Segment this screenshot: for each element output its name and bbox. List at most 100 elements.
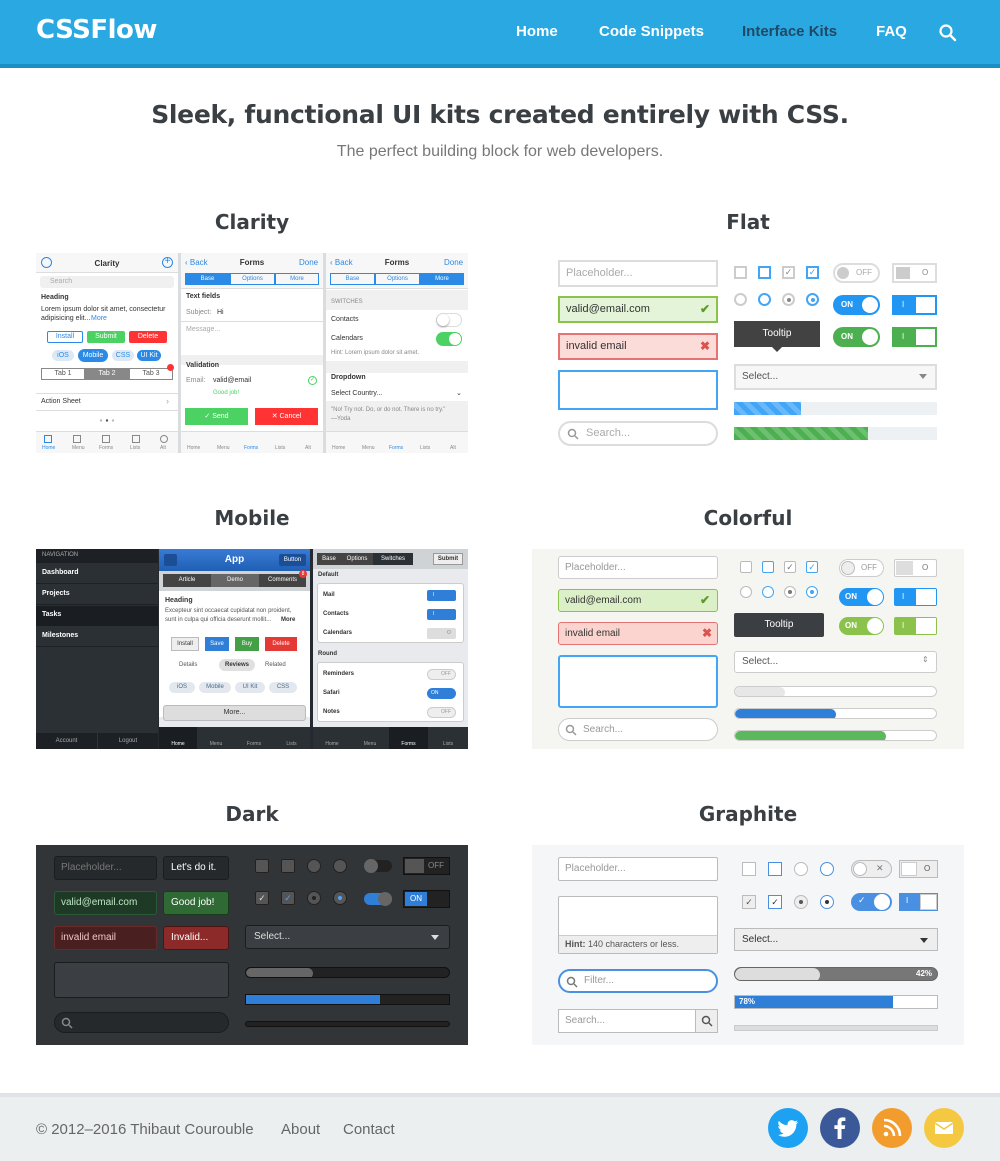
checkbox[interactable] bbox=[742, 862, 756, 876]
colorful-preview[interactable]: Placeholder... valid@email.com ✔ invalid… bbox=[532, 549, 964, 749]
valid-email-input[interactable]: valid@email.com bbox=[558, 296, 718, 323]
valid-email-input[interactable]: valid@email.com bbox=[54, 891, 157, 915]
nav-code-snippets[interactable]: Code Snippets bbox=[599, 23, 704, 40]
checkbox-checked[interactable]: ✓ bbox=[784, 561, 796, 573]
submit-button[interactable]: Submit bbox=[433, 553, 463, 565]
checkbox-checked[interactable]: ✓ bbox=[782, 266, 795, 279]
select-dropdown[interactable]: Select... bbox=[734, 364, 937, 390]
country-select[interactable]: Select Country... bbox=[331, 390, 382, 397]
tab-article[interactable]: Article bbox=[163, 574, 211, 587]
seg-base[interactable]: Base bbox=[330, 273, 375, 285]
checkbox[interactable] bbox=[768, 862, 782, 876]
select-dropdown[interactable]: Select... bbox=[245, 925, 450, 949]
tabbar-forms[interactable]: Forms bbox=[99, 445, 113, 451]
radio-checked[interactable] bbox=[307, 891, 321, 905]
subtab-related[interactable]: Related bbox=[265, 662, 286, 668]
seg-base[interactable]: Base bbox=[185, 273, 230, 285]
checkbox-checked[interactable]: ✓ bbox=[742, 895, 756, 909]
tag-mobile[interactable]: Mobile bbox=[199, 682, 231, 693]
placeholder-input[interactable]: Placeholder... bbox=[54, 856, 157, 880]
kit-title-mobile[interactable]: Mobile bbox=[36, 506, 468, 530]
flat-preview[interactable]: Placeholder... valid@email.com ✔ invalid… bbox=[532, 253, 964, 453]
checkbox[interactable] bbox=[758, 266, 771, 279]
switch-on-green[interactable]: I bbox=[892, 327, 937, 347]
email-field[interactable]: valid@email bbox=[213, 377, 251, 384]
delete-button[interactable]: Delete bbox=[265, 637, 297, 651]
menu-projects[interactable]: Projects bbox=[36, 585, 158, 605]
menu-dashboard[interactable]: Dashboard bbox=[36, 564, 158, 584]
tabbar-alt[interactable]: Alt bbox=[450, 445, 456, 451]
search-input[interactable]: Search... bbox=[558, 718, 718, 741]
switch-on[interactable]: I bbox=[892, 295, 937, 315]
calendars-toggle[interactable]: O bbox=[427, 628, 456, 639]
reminders-toggle[interactable]: OFF bbox=[427, 669, 456, 680]
placeholder-input[interactable]: Placeholder... bbox=[558, 260, 718, 287]
toggle-on-green[interactable]: ON bbox=[833, 327, 880, 347]
seg-options[interactable]: Options bbox=[375, 273, 420, 285]
checkbox-checked[interactable]: ✓ bbox=[806, 266, 819, 279]
tag-mobile[interactable]: Mobile bbox=[78, 349, 108, 362]
submit-button[interactable]: Submit bbox=[87, 331, 125, 343]
send-button[interactable]: ✓ Send bbox=[185, 408, 248, 425]
toggle-on-green[interactable]: ON bbox=[839, 617, 884, 635]
valid-email-input[interactable]: valid@email.com bbox=[558, 589, 718, 612]
tabbar-alt[interactable]: Alt bbox=[160, 445, 166, 451]
more-link[interactable]: More bbox=[91, 315, 107, 322]
placeholder-input[interactable]: Placeholder... bbox=[558, 556, 718, 579]
tabbar-home[interactable]: Home bbox=[332, 445, 345, 451]
menu-tasks[interactable]: Tasks bbox=[36, 606, 158, 626]
footer-contact-link[interactable]: Contact bbox=[343, 1121, 395, 1138]
done-link[interactable]: Done bbox=[299, 258, 318, 267]
seg-options[interactable]: Options bbox=[341, 553, 373, 565]
message-field[interactable]: Message... bbox=[186, 326, 220, 333]
tabbar-home[interactable]: Home bbox=[159, 727, 197, 749]
search-icon[interactable] bbox=[938, 23, 958, 43]
radio-checked[interactable] bbox=[806, 586, 818, 598]
account-button[interactable]: Account bbox=[36, 733, 97, 749]
tag-ios[interactable]: iOS bbox=[52, 350, 74, 361]
dark-preview[interactable]: Placeholder... Let's do it. valid@email.… bbox=[36, 845, 468, 1045]
kit-title-clarity[interactable]: Clarity bbox=[36, 210, 468, 234]
tabbar-lists[interactable]: Lists bbox=[130, 445, 140, 451]
delete-button[interactable]: Delete bbox=[129, 331, 167, 343]
facebook-icon[interactable] bbox=[820, 1108, 860, 1148]
seg-base[interactable]: Base bbox=[317, 553, 341, 565]
tabbar-forms[interactable]: Forms bbox=[244, 445, 258, 451]
contacts-toggle[interactable]: I bbox=[427, 609, 456, 620]
search-input[interactable]: Search... bbox=[558, 1009, 696, 1033]
mail-icon[interactable] bbox=[924, 1108, 964, 1148]
safari-toggle[interactable]: ON bbox=[427, 688, 456, 699]
kit-title-flat[interactable]: Flat bbox=[532, 210, 964, 234]
cancel-button[interactable]: ✕ Cancel bbox=[255, 408, 318, 425]
switch-off[interactable]: OFF bbox=[403, 857, 450, 875]
done-link[interactable]: Done bbox=[444, 258, 463, 267]
nav-interface-kits[interactable]: Interface Kits bbox=[742, 23, 837, 40]
notes-toggle[interactable]: OFF bbox=[427, 707, 456, 718]
radio[interactable] bbox=[794, 862, 808, 876]
checkbox-checked[interactable]: ✓ bbox=[806, 561, 818, 573]
checkbox-checked[interactable]: ✓ bbox=[255, 891, 269, 905]
tabbar-lists[interactable]: Lists bbox=[420, 445, 430, 451]
radio-checked[interactable] bbox=[820, 895, 834, 909]
nav-faq[interactable]: FAQ bbox=[876, 23, 907, 40]
tabbar-lists[interactable]: Lists bbox=[428, 727, 468, 749]
switch-on[interactable]: I bbox=[894, 588, 937, 606]
switch-on[interactable]: I bbox=[899, 893, 938, 911]
textarea[interactable] bbox=[54, 962, 229, 998]
checkbox[interactable] bbox=[281, 859, 295, 873]
radio-checked[interactable] bbox=[794, 895, 808, 909]
radio[interactable] bbox=[762, 586, 774, 598]
checkbox[interactable] bbox=[740, 561, 752, 573]
invalid-email-input[interactable]: invalid email bbox=[54, 926, 157, 950]
switch-off[interactable]: O bbox=[894, 559, 937, 577]
kit-title-graphite[interactable]: Graphite bbox=[532, 802, 964, 826]
header-button[interactable]: Button bbox=[279, 554, 306, 566]
select-dropdown[interactable]: Select... ⇕ bbox=[734, 651, 937, 673]
add-icon[interactable]: + bbox=[162, 257, 173, 268]
subtab-reviews[interactable]: Reviews bbox=[219, 659, 255, 671]
radio[interactable] bbox=[758, 293, 771, 306]
graphite-preview[interactable]: Placeholder... Hint: 140 characters or l… bbox=[532, 845, 964, 1045]
tag-ios[interactable]: iOS bbox=[169, 682, 195, 693]
tabbar-alt[interactable]: Alt bbox=[305, 445, 311, 451]
search-input[interactable]: Search... bbox=[558, 421, 718, 446]
